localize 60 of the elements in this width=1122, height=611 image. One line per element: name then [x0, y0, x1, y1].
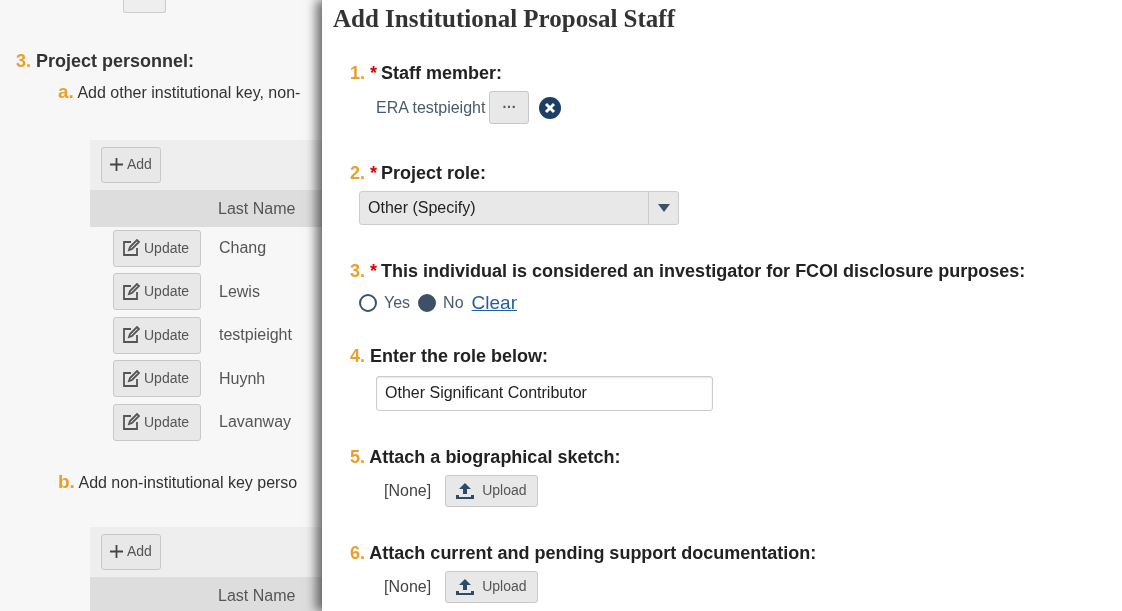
field-number: 4. — [350, 345, 365, 366]
staff-name: ERA testpieight — [376, 97, 486, 118]
subsection-text: Add non-institutional key perso — [78, 474, 298, 491]
edit-icon — [122, 369, 140, 388]
update-button[interactable]: Update — [113, 360, 201, 398]
edit-icon — [122, 282, 140, 301]
plus-icon — [110, 158, 123, 171]
add-button[interactable]: Add — [101, 533, 161, 570]
clear-link[interactable]: Clear — [471, 289, 517, 318]
table-cell-text: testpieight — [219, 325, 292, 346]
browse-button[interactable]: ··· — [489, 91, 530, 124]
field-label: Project role: — [381, 163, 487, 183]
field-label: This individual is considered an investigator for FCOI disclosure purposes: — [381, 261, 1026, 281]
subsection-letter: b. — [58, 471, 75, 492]
remove-icon[interactable] — [539, 96, 562, 119]
subsection-text: Add other institutional key, non- — [77, 84, 301, 101]
section-title: Project personnel: — [36, 51, 195, 71]
radio-label: No — [443, 293, 464, 314]
field-label: Attach current and pending support documentation: — [369, 542, 817, 563]
radio-button[interactable] — [359, 294, 377, 313]
panel-title: Add Institutional Proposal Staff — [333, 4, 677, 34]
section-number: 3. — [16, 51, 31, 71]
radio-label: Yes — [384, 293, 411, 314]
plus-icon — [110, 545, 123, 558]
edit-icon — [122, 413, 140, 432]
update-button[interactable]: Update — [113, 273, 201, 311]
field-number: 5. — [350, 446, 365, 467]
table-cell-text: Lavanway — [219, 412, 292, 433]
upload-button[interactable]: Upload — [445, 570, 538, 603]
update-button[interactable]: Update — [113, 229, 201, 267]
field-number: 3. — [350, 261, 365, 281]
role-input[interactable]: Other Significant Contributor — [376, 375, 713, 411]
add-button[interactable]: Add — [101, 146, 161, 183]
caret-icon — [657, 204, 670, 212]
field-label: Staff member: — [381, 63, 503, 83]
edit-icon — [122, 239, 140, 258]
field-number: 2. — [350, 163, 365, 183]
column-header: Last Name — [218, 586, 296, 604]
update-button[interactable]: Update — [113, 316, 201, 354]
required-marker: * — [370, 163, 378, 183]
table-cell-text: Chang — [219, 238, 267, 259]
file-status: [None] — [384, 576, 432, 597]
upload-icon — [456, 482, 475, 499]
upload-icon — [456, 578, 475, 595]
field-label: Attach a biographical sketch: — [369, 446, 621, 467]
field-number: 6. — [350, 542, 365, 563]
field-label: Enter the role below: — [370, 345, 549, 366]
subsection-letter: a. — [58, 81, 74, 102]
upload-button[interactable]: Upload — [445, 474, 538, 507]
column-header: Last Name — [218, 199, 296, 217]
update-button[interactable]: Update — [113, 403, 201, 441]
required-marker: * — [370, 261, 378, 281]
edit-icon — [122, 326, 140, 345]
table-cell-text: Lewis — [219, 281, 260, 302]
role-select[interactable]: Other (Specify) — [359, 191, 679, 225]
required-marker: * — [370, 63, 378, 83]
radio-button[interactable] — [418, 294, 437, 313]
field-number: 1. — [350, 63, 365, 83]
file-status: [None] — [384, 480, 432, 501]
table-cell-text: Huynh — [219, 368, 266, 389]
